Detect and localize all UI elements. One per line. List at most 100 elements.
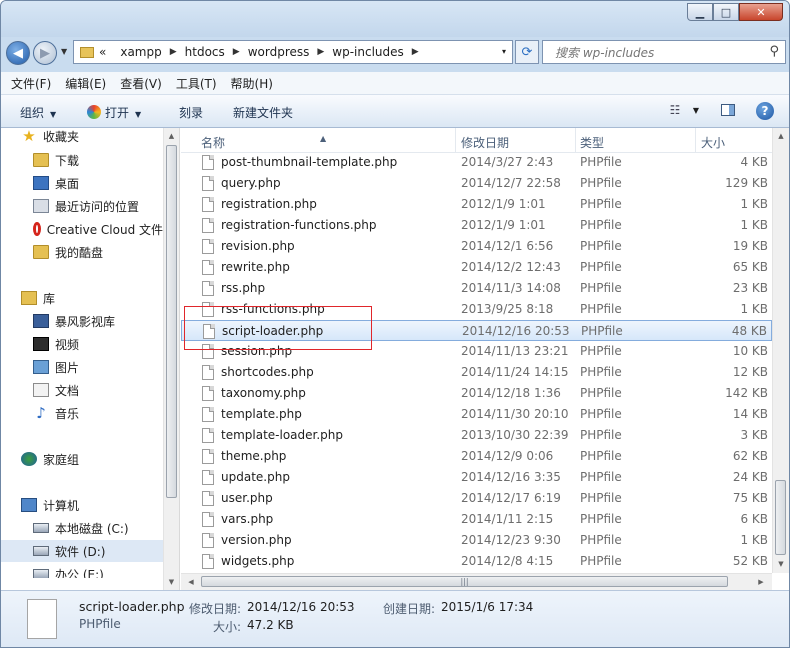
table-row[interactable]: registration.php 2012/1/9 1:01 PHPfile 1 KB [181, 194, 772, 215]
file-name: query.php [221, 176, 281, 190]
address-bar[interactable]: « xampp ▶ htdocs ▶ wordpress ▶ wp-includ… [73, 40, 513, 64]
scrollbar-thumb[interactable]: ||| [201, 576, 728, 587]
nav-item[interactable]: 文档 [1, 379, 163, 401]
table-row[interactable]: revision.php 2014/12/1 6:56 PHPfile 19 KB [181, 236, 772, 257]
scroll-right-icon[interactable]: ▶ [753, 574, 769, 590]
maximize-button[interactable]: □ [713, 3, 739, 21]
table-row[interactable]: rss-functions.php 2013/9/25 8:18 PHPfile 1 … [181, 299, 772, 320]
column-date-header[interactable]: 修改日期 [461, 134, 509, 151]
new-folder-button[interactable]: 新建文件夹 [233, 104, 293, 121]
burn-button[interactable]: 刻录 [179, 104, 203, 121]
scrollbar-thumb[interactable] [775, 480, 786, 555]
organize-button[interactable]: 组织 ▼ [20, 104, 56, 121]
table-row[interactable]: update.php 2014/12/16 3:35 PHPfile 24 KB [181, 467, 772, 488]
address-dropdown-icon[interactable]: ▾ [502, 47, 506, 56]
back-button[interactable]: ◀ [6, 41, 30, 65]
chevron-right-icon[interactable]: ▶ [317, 47, 324, 57]
table-row[interactable]: taxonomy.php 2014/12/18 1:36 PHPfile 142 KB [181, 383, 772, 404]
menu-file[interactable]: 文件(F) [11, 75, 51, 92]
file-list-horizontal-scrollbar[interactable]: ◀ ||| ▶ [181, 573, 772, 590]
chevron-right-icon[interactable]: ▶ [233, 47, 240, 57]
breadcrumb-wordpress[interactable]: wordpress [248, 45, 310, 59]
menu-tools[interactable]: 工具(T) [176, 75, 217, 92]
file-name: vars.php [221, 512, 274, 526]
breadcrumb-wp-includes[interactable]: wp-includes [332, 45, 404, 59]
table-row[interactable]: user.php 2014/12/17 6:19 PHPfile 75 KB [181, 488, 772, 509]
breadcrumb-xampp[interactable]: xampp [120, 45, 161, 59]
nav-item[interactable]: 家庭组 [1, 448, 163, 470]
refresh-button[interactable]: ⟳ [515, 40, 539, 64]
open-button[interactable]: 打开 ▼ [87, 104, 141, 121]
scroll-down-icon[interactable]: ▼ [773, 556, 789, 572]
table-row[interactable]: script-loader.php 2014/12/16 20:53 PHPfile… [181, 320, 772, 341]
column-name-header[interactable]: 名称 [201, 134, 225, 151]
nav-item[interactable]: ★ 收藏夹 [1, 128, 163, 147]
view-dropdown-icon[interactable]: ▼ [687, 102, 705, 118]
nav-item[interactable]: 计算机 [1, 494, 163, 516]
table-row[interactable]: session.php 2014/11/13 23:21 PHPfile 10 KB [181, 341, 772, 362]
table-row[interactable]: version.php 2014/12/23 9:30 PHPfile 1 KB [181, 530, 772, 551]
search-box[interactable]: ⚲ [542, 40, 786, 64]
file-type: PHPfile [580, 533, 622, 547]
nav-item[interactable]: 最近访问的位置 [1, 195, 163, 217]
file-list-vertical-scrollbar[interactable]: ▲ ▼ [772, 128, 789, 573]
nav-item-label: 计算机 [43, 498, 80, 513]
php-file-icon [202, 176, 214, 191]
nav-item[interactable]: ♪ 音乐 [1, 402, 163, 424]
search-input[interactable] [553, 42, 757, 64]
menu-help[interactable]: 帮助(H) [231, 75, 273, 92]
php-file-icon [202, 260, 214, 275]
column-divider[interactable] [455, 128, 456, 152]
table-row[interactable]: shortcodes.php 2014/11/24 14:15 PHPfile 12 … [181, 362, 772, 383]
breadcrumb-overflow[interactable]: « [99, 45, 106, 59]
scroll-down-icon[interactable]: ▼ [164, 574, 179, 590]
nav-item-label: 桌面 [55, 176, 80, 191]
menu-view[interactable]: 查看(V) [120, 75, 162, 92]
view-options-icon[interactable]: ☷ [666, 102, 684, 118]
navigation-scrollbar[interactable]: ▲ ▼ [163, 128, 180, 590]
chevron-right-icon[interactable]: ▶ [170, 47, 177, 57]
table-row[interactable]: template-loader.php 2013/10/30 22:39 PHPfi… [181, 425, 772, 446]
nav-item[interactable]: 我的酷盘 [1, 241, 163, 263]
table-row[interactable]: template.php 2014/11/30 20:10 PHPfile 14 KB [181, 404, 772, 425]
table-row[interactable]: theme.php 2014/12/9 0:06 PHPfile 62 KB [181, 446, 772, 467]
scroll-up-icon[interactable]: ▲ [773, 128, 789, 144]
breadcrumb-htdocs[interactable]: htdocs [185, 45, 225, 59]
column-type-header[interactable]: 类型 [580, 134, 604, 151]
column-size-header[interactable]: 大小 [701, 134, 725, 151]
table-row[interactable]: rss.php 2014/11/3 14:08 PHPfile 23 KB [181, 278, 772, 299]
minimize-button[interactable]: ▁ [687, 3, 713, 21]
table-row[interactable]: widgets.php 2014/12/8 4:15 PHPfile 52 KB [181, 551, 772, 572]
nav-item[interactable]: Creative Cloud 文件 [1, 218, 163, 240]
nav-item[interactable]: 图片 [1, 356, 163, 378]
table-row[interactable]: rewrite.php 2014/12/2 12:43 PHPfile 65 KB [181, 257, 772, 278]
preview-pane-button[interactable] [719, 102, 737, 118]
nav-item-label: 图片 [55, 360, 80, 375]
nav-item[interactable]: 本地磁盘 (C:) [1, 517, 163, 539]
nav-item[interactable]: 办公 (E:) [1, 563, 163, 578]
nav-item[interactable]: 库 [1, 287, 163, 309]
scrollbar-thumb[interactable] [166, 145, 177, 498]
php-file-icon [203, 324, 215, 339]
nav-item[interactable]: 暴风影视库 [1, 310, 163, 332]
table-row[interactable]: registration-functions.php 2012/1/9 1:01 P… [181, 215, 772, 236]
scroll-up-icon[interactable]: ▲ [164, 128, 179, 144]
menu-edit[interactable]: 编辑(E) [65, 75, 106, 92]
help-icon[interactable]: ? [756, 102, 774, 120]
table-row[interactable]: post-thumbnail-template.php 2014/3/27 2:4… [181, 152, 772, 173]
search-icon[interactable]: ⚲ [769, 44, 779, 59]
table-row[interactable]: query.php 2014/12/7 22:58 PHPfile 129 KB [181, 173, 772, 194]
chevron-right-icon[interactable]: ▶ [412, 47, 419, 57]
forward-button[interactable]: ▶ [33, 41, 57, 65]
nav-item[interactable]: 下载 [1, 149, 163, 171]
column-divider[interactable] [575, 128, 576, 152]
table-row[interactable]: vars.php 2014/1/11 2:15 PHPfile 6 KB [181, 509, 772, 530]
nav-item[interactable]: 软件 (D:) [1, 540, 163, 562]
close-button[interactable]: ✕ [739, 3, 783, 21]
nav-item[interactable]: 视频 [1, 333, 163, 355]
column-divider[interactable] [695, 128, 696, 152]
recent-pages-dropdown[interactable]: ▼ [61, 47, 67, 56]
file-date: 2014/12/16 20:53 [462, 324, 570, 338]
scroll-left-icon[interactable]: ◀ [183, 574, 199, 590]
nav-item[interactable]: 桌面 [1, 172, 163, 194]
